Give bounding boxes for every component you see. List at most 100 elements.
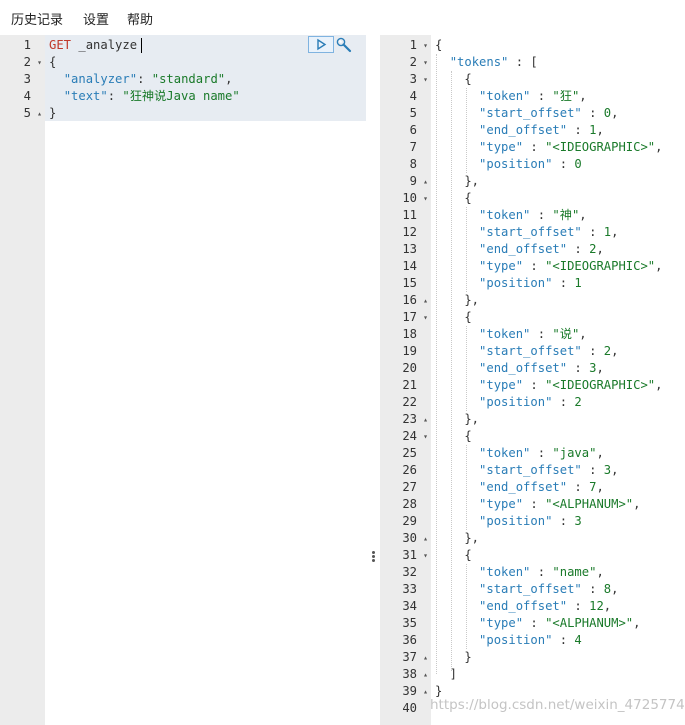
code-line: "start_offset" : 0, [435, 105, 618, 122]
fold-close-icon[interactable]: ▴ [37, 105, 42, 122]
pane-splitter[interactable] [369, 550, 377, 566]
line-number: 28 [380, 496, 431, 513]
response-editor[interactable]: 1 ▾ 2 ▾ 3 ▾ 4 5 6 7 8 9 ▴ 10 ▾ 11 12 13 14 15 16 ▴ 17 ▾ 18 19 20 21… [380, 35, 685, 725]
fold-close-icon[interactable]: ▴ [423, 666, 428, 683]
code-line: "position" : 1 [435, 275, 582, 292]
watermark: https://blog.csdn.net/weixin_47257749 [430, 697, 685, 713]
code-token: , [579, 327, 587, 341]
code-token: "type" [479, 378, 524, 392]
code-token: , [655, 140, 663, 154]
fold-close-icon[interactable]: ▴ [423, 649, 428, 666]
code-line: }, [435, 411, 479, 428]
menu-history[interactable]: 历史记录 [11, 9, 63, 28]
run-request-button[interactable] [308, 36, 334, 53]
code-line: "end_offset" : 3, [435, 360, 604, 377]
fold-open-icon[interactable]: ▾ [423, 309, 428, 326]
request-gutter: 1 2 ▾ 3 4 5 ▴ [0, 35, 45, 725]
code-token: } [49, 106, 57, 120]
line-number-text: 10 [402, 191, 417, 205]
request-code-area[interactable]: GET _analyze{ "analyzer": "standard", "t… [45, 35, 366, 725]
code-token: }, [435, 531, 480, 545]
fold-open-icon[interactable]: ▾ [423, 547, 428, 564]
code-token: , [633, 616, 641, 630]
line-number-text: 20 [402, 361, 417, 375]
line-number: 6 [380, 122, 431, 139]
code-line: } [435, 649, 471, 666]
menu-help[interactable]: 帮助 [127, 9, 153, 28]
fold-close-icon[interactable]: ▴ [423, 173, 428, 190]
code-token: : [552, 633, 575, 647]
code-token: , [596, 242, 604, 256]
line-number: 20 [380, 360, 431, 377]
menu-settings[interactable]: 设置 [83, 9, 109, 28]
fold-close-icon[interactable]: ▴ [423, 683, 428, 700]
line-number-text: 7 [409, 140, 417, 154]
line-number: 18 [380, 326, 431, 343]
fold-close-icon[interactable]: ▴ [423, 292, 428, 309]
code-token: : [552, 276, 575, 290]
line-number-text: 1 [409, 38, 417, 52]
line-number: 37 ▴ [380, 649, 431, 666]
line-number: 5 ▴ [0, 105, 45, 122]
code-token: { [435, 310, 472, 324]
code-token: , [611, 106, 619, 120]
code-line: "token" : "神", [435, 207, 587, 224]
code-token: "end_offset" [479, 361, 568, 375]
fold-open-icon[interactable]: ▾ [423, 428, 428, 445]
fold-close-icon[interactable]: ▴ [423, 411, 428, 428]
code-token: : [567, 480, 590, 494]
code-token: "start_offset" [479, 106, 582, 120]
code-token: : [523, 140, 546, 154]
line-number-text: 4 [409, 89, 417, 103]
code-token: "token" [479, 446, 531, 460]
code-token: : [523, 378, 546, 392]
line-number-text: 6 [409, 123, 417, 137]
fold-open-icon[interactable]: ▾ [423, 37, 428, 54]
line-number-text: 1 [23, 38, 31, 52]
code-token: "神" [552, 208, 580, 222]
code-token: }, [435, 293, 480, 307]
code-line: GET _analyze [49, 37, 137, 54]
code-token: "position" [479, 276, 553, 290]
code-line: "end_offset" : 12, [435, 598, 611, 615]
code-token: "type" [479, 497, 524, 511]
code-token: "token" [479, 208, 531, 222]
code-token: { [435, 72, 472, 86]
line-number-text: 11 [402, 208, 417, 222]
fold-open-icon[interactable]: ▾ [423, 54, 428, 71]
code-token: , [611, 582, 619, 596]
line-number-text: 13 [402, 242, 417, 256]
indent-guide [466, 326, 467, 411]
code-token: : [530, 208, 553, 222]
wrench-icon[interactable] [335, 36, 353, 54]
code-token: ] [435, 667, 458, 681]
fold-open-icon[interactable]: ▾ [423, 190, 428, 207]
line-number: 11 [380, 207, 431, 224]
code-line: "end_offset" : 2, [435, 241, 604, 258]
code-token: , [596, 480, 604, 494]
request-editor[interactable]: 1 2 ▾ 3 4 5 ▴ GET _analyze{ "analyzer": "stand… [0, 35, 366, 725]
code-token: : [581, 344, 604, 358]
line-number: 3 [0, 71, 45, 88]
fold-open-icon[interactable]: ▾ [423, 71, 428, 88]
code-token: 2 [574, 395, 582, 409]
code-token: , [611, 463, 619, 477]
code-line: "start_offset" : 2, [435, 343, 618, 360]
line-number-text: 36 [402, 633, 417, 647]
code-token: : [552, 157, 575, 171]
code-line: "start_offset" : 8, [435, 581, 618, 598]
fold-close-icon[interactable]: ▴ [423, 530, 428, 547]
code-line: { [435, 428, 472, 445]
code-token: { [435, 429, 472, 443]
code-token: "position" [479, 395, 553, 409]
code-token: : [530, 89, 553, 103]
code-token: , [579, 208, 587, 222]
fold-open-icon[interactable]: ▾ [37, 54, 42, 71]
line-number: 40 [380, 700, 431, 717]
code-token: "start_offset" [479, 225, 582, 239]
code-token: 1 [574, 276, 582, 290]
